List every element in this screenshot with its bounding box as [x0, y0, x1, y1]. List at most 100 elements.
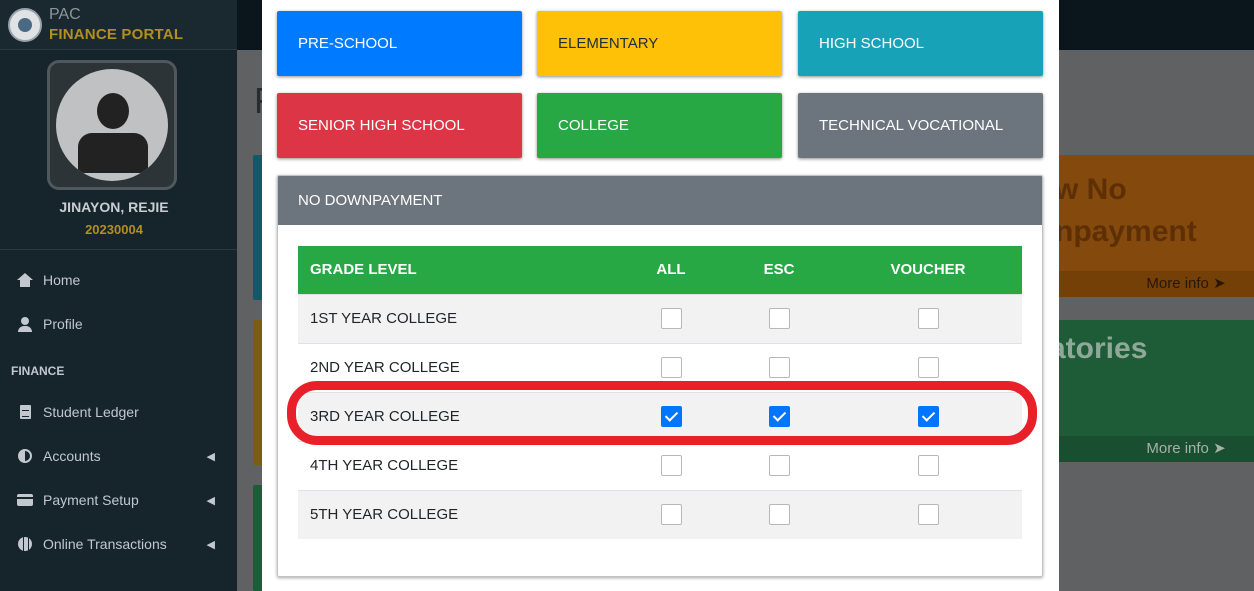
more-info-link[interactable]: More info ➤ — [1043, 436, 1254, 462]
table-row: 2ND YEAR COLLEGE — [298, 342, 1022, 392]
level-button-technical-vocational[interactable]: TECHNICAL VOCATIONAL — [798, 93, 1043, 158]
grade-level-cell: 1ST YEAR COLLEGE — [298, 293, 618, 343]
checkbox-cell-voucher — [834, 293, 1022, 343]
chevron-left-icon: ◀ — [206, 538, 215, 551]
all-checkbox[interactable] — [660, 455, 682, 476]
sidebar-item-label: Accounts — [43, 448, 101, 464]
table-row: 3RD YEAR COLLEGE — [298, 391, 1022, 441]
checkbox-cell-esc — [724, 489, 834, 539]
brand-subtitle: FINANCE PORTAL — [49, 26, 184, 43]
user-icon — [16, 316, 34, 332]
all-checkbox[interactable] — [660, 406, 682, 427]
level-button-elementary[interactable]: ELEMENTARY — [537, 11, 782, 76]
no-downpayment-card: NO DOWNPAYMENT GRADE LEVEL ALL ESC VOUCH… — [277, 175, 1043, 577]
sidebar-section-header: FINANCE — [11, 364, 65, 378]
info-box-line: w No — [1055, 173, 1127, 206]
arrow-circle-right-icon: ➤ — [1213, 440, 1226, 457]
column-header-esc: ESC — [724, 246, 834, 294]
level-button-label: SENIOR HIGH SCHOOL — [298, 117, 465, 134]
brand[interactable]: PAC FINANCE PORTAL — [0, 0, 237, 50]
esc-checkbox[interactable] — [768, 308, 790, 329]
sidebar-item-home[interactable]: Home — [0, 258, 237, 302]
document-icon — [16, 404, 34, 420]
user-id: 20230004 — [85, 222, 143, 237]
table-body: 1ST YEAR COLLEGE 2ND YEAR COLLEGE 3RD YEAR… — [298, 293, 1022, 539]
credit-card-icon — [16, 492, 34, 508]
more-info-label: More info — [1146, 275, 1209, 292]
checkbox-cell-all — [618, 293, 724, 343]
avatar — [47, 60, 177, 190]
table-row: 1ST YEAR COLLEGE — [298, 293, 1022, 343]
column-header-voucher: VOUCHER — [834, 246, 1022, 294]
user-name: JINAYON, REJIE — [59, 199, 169, 215]
checkbox-cell-all — [618, 342, 724, 392]
level-button-high-school[interactable]: HIGH SCHOOL — [798, 11, 1043, 76]
all-checkbox[interactable] — [660, 357, 682, 378]
level-button-college[interactable]: COLLEGE — [537, 93, 782, 158]
chevron-left-icon: ◀ — [206, 494, 215, 507]
checkbox-cell-all — [618, 391, 724, 441]
sidebar-item-payment-setup[interactable]: Payment Setup ◀ — [0, 478, 237, 522]
arrow-circle-right-icon: ➤ — [1213, 275, 1226, 292]
no-downpayment-info-box: w No npayment More info ➤ — [1043, 155, 1254, 297]
checkbox-cell-voucher — [834, 489, 1022, 539]
sidebar-item-online-transactions[interactable]: Online Transactions ◀ — [0, 522, 237, 566]
sidebar-item-label: Home — [43, 272, 81, 288]
globe-icon — [16, 536, 34, 552]
chevron-left-icon: ◀ — [206, 450, 215, 463]
sidebar-item-student-ledger[interactable]: Student Ledger — [0, 390, 237, 434]
level-button-pre-school[interactable]: PRE-SCHOOL — [277, 11, 522, 76]
sidebar-item-label: Payment Setup — [43, 492, 139, 508]
voucher-checkbox[interactable] — [917, 455, 939, 476]
voucher-checkbox[interactable] — [917, 357, 939, 378]
checkbox-cell-esc — [724, 391, 834, 441]
level-button-label: HIGH SCHOOL — [819, 35, 925, 52]
esc-checkbox[interactable] — [768, 406, 790, 427]
sidebar-nav: Home Profile FINANCE Student Ledger Acco… — [0, 258, 237, 566]
sidebar-item-label: Profile — [43, 316, 83, 332]
column-header-all: ALL — [618, 246, 724, 294]
school-logo-icon — [8, 7, 42, 42]
checkbox-cell-esc — [724, 293, 834, 343]
table-row: 5TH YEAR COLLEGE — [298, 489, 1022, 539]
grade-level-cell: 3RD YEAR COLLEGE — [298, 391, 618, 441]
all-checkbox[interactable] — [660, 504, 682, 526]
esc-checkbox[interactable] — [768, 357, 790, 378]
checkbox-cell-all — [618, 440, 724, 490]
sidebar: PAC FINANCE PORTAL JINAYON, REJIE 202300… — [0, 0, 237, 591]
more-info-link[interactable]: More info ➤ — [1043, 271, 1254, 297]
checkbox-cell-voucher — [834, 342, 1022, 392]
grade-level-cell: 2ND YEAR COLLEGE — [298, 342, 618, 392]
esc-checkbox[interactable] — [768, 455, 790, 476]
voucher-checkbox[interactable] — [917, 504, 939, 526]
voucher-checkbox[interactable] — [917, 406, 939, 427]
user-panel: JINAYON, REJIE 20230004 — [0, 50, 237, 250]
signatories-info-box: atories More info ➤ — [1043, 320, 1254, 462]
all-checkbox[interactable] — [660, 308, 682, 329]
grade-level-cell: 5TH YEAR COLLEGE — [298, 489, 618, 539]
grade-level-cell: 4TH YEAR COLLEGE — [298, 440, 618, 490]
sidebar-item-accounts[interactable]: Accounts ◀ — [0, 434, 237, 478]
level-button-label: ELEMENTARY — [558, 35, 659, 52]
half-circle-icon — [16, 448, 34, 464]
esc-checkbox[interactable] — [768, 504, 790, 526]
level-button-senior-high-school[interactable]: SENIOR HIGH SCHOOL — [277, 93, 522, 158]
info-box-line: npayment — [1055, 215, 1197, 248]
sidebar-item-label: Online Transactions — [43, 536, 167, 552]
voucher-checkbox[interactable] — [917, 308, 939, 329]
brand-name: PAC — [49, 6, 81, 23]
checkbox-cell-voucher — [834, 440, 1022, 490]
grade-level-table: GRADE LEVEL ALL ESC VOUCHER 1ST YEAR COL… — [298, 246, 1022, 539]
home-icon — [16, 272, 34, 288]
checkbox-cell-all — [618, 489, 724, 539]
sidebar-item-label: Student Ledger — [43, 404, 139, 420]
card-title: NO DOWNPAYMENT — [278, 176, 1042, 225]
table-header-row: GRADE LEVEL ALL ESC VOUCHER — [298, 246, 1022, 294]
info-box-line: atories — [1049, 332, 1148, 365]
table-row: 4TH YEAR COLLEGE — [298, 440, 1022, 490]
sidebar-item-profile[interactable]: Profile — [0, 302, 237, 346]
column-header-grade-level: GRADE LEVEL — [298, 246, 618, 294]
checkbox-cell-esc — [724, 440, 834, 490]
more-info-label: More info — [1146, 440, 1209, 457]
checkbox-cell-voucher — [834, 391, 1022, 441]
